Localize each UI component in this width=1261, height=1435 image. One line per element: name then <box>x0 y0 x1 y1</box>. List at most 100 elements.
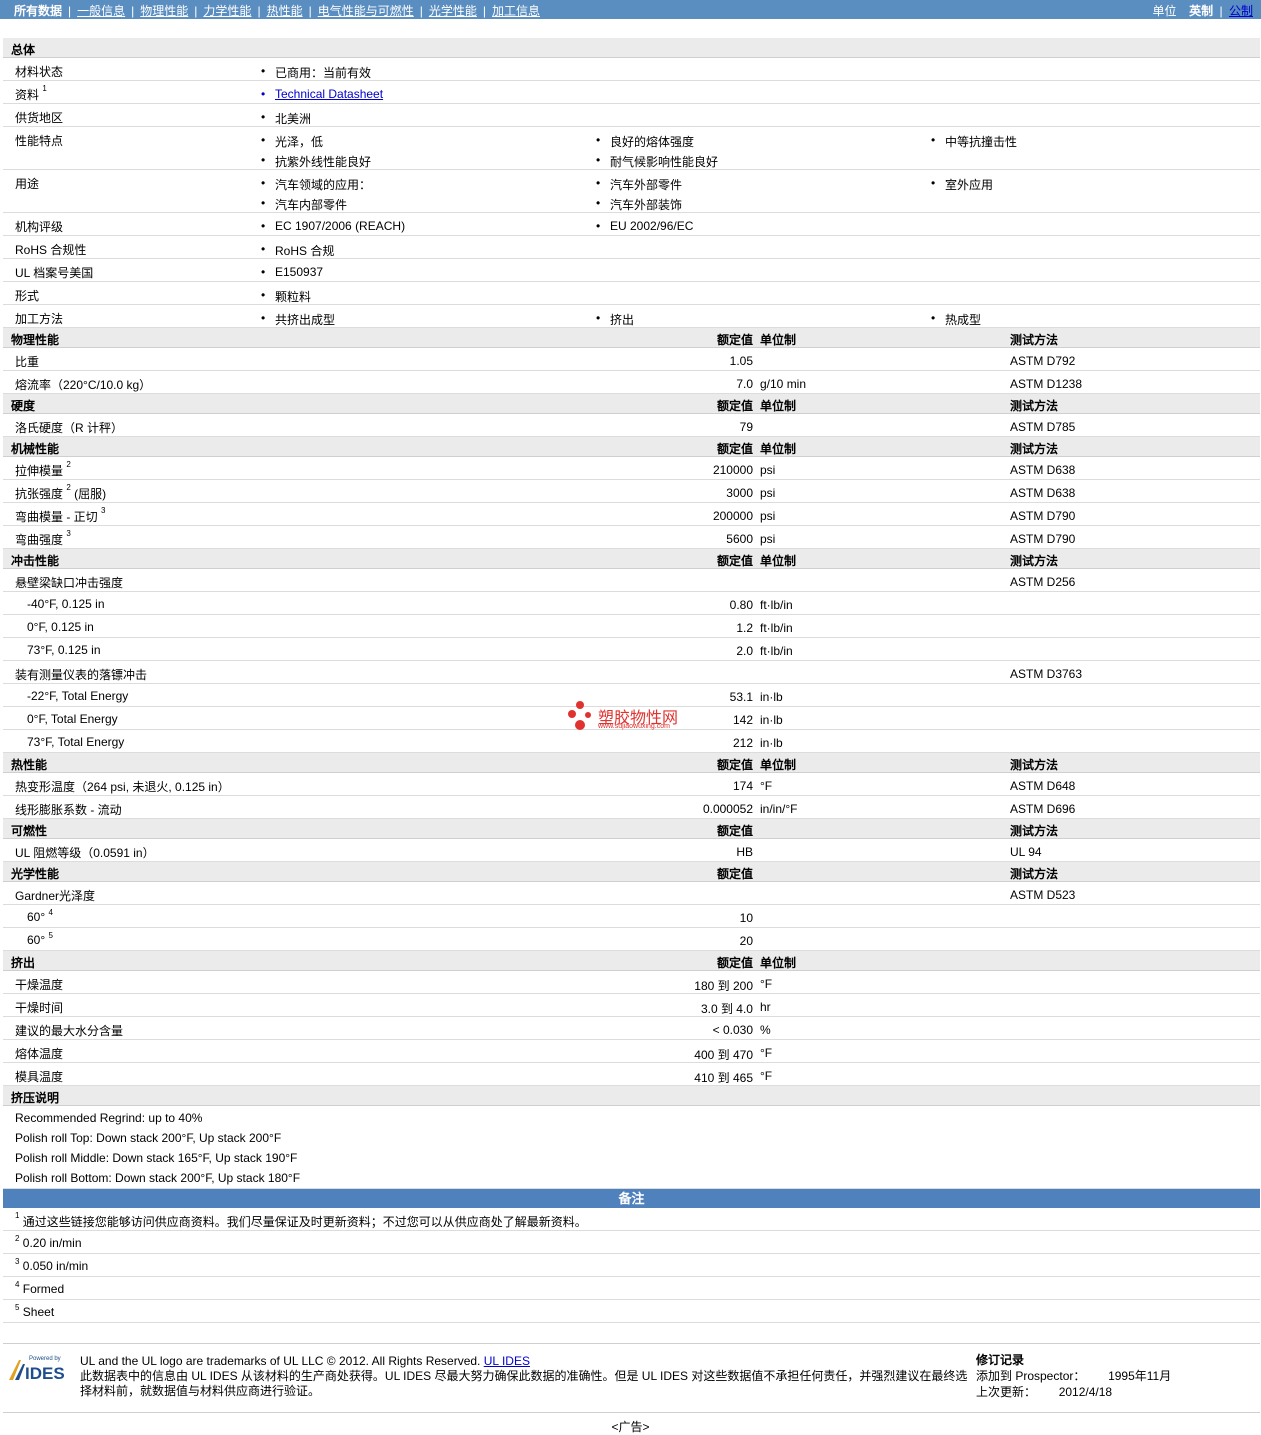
property-row: 模具温度 410 到 465 °F <box>3 1063 1260 1086</box>
datasheet-link[interactable]: Technical Datasheet <box>261 87 383 101</box>
header-unit: 单位制 <box>760 333 797 347</box>
section-header: 总体 <box>3 38 1260 58</box>
property-row: 熔体温度 400 到 470 °F <box>3 1040 1260 1063</box>
unit-switcher: 单位 英制 | 公制 <box>1152 2 1253 19</box>
footnote-row: 1 通过这些链接您能够访问供应商资料。我们尽量保证及时更新资料；不过您可以从供应… <box>3 1208 1260 1231</box>
footnote-number: 2 <box>15 1234 20 1243</box>
units-metric-link[interactable]: 公制 <box>1229 4 1253 18</box>
footnote-ref: 5 <box>48 931 53 940</box>
property-name: 熔流率（220°C/10.0 kg） <box>15 378 152 392</box>
ad-label: <广告> <box>611 1420 650 1434</box>
header-nominal: 额定值 <box>716 399 753 413</box>
property-method: ASTM D3763 <box>1010 667 1083 681</box>
property-value: 20 <box>739 934 753 948</box>
property-name: 0°F, 0.125 in <box>27 620 94 634</box>
ul-ides-link[interactable]: UL IDES <box>484 1354 530 1368</box>
section-header: 可燃性 额定值 测试方法 <box>3 819 1260 839</box>
section-title: 挤压说明 <box>11 1091 60 1105</box>
header-unit: 单位制 <box>760 758 797 772</box>
property-label: 装有测量仪表的落镖冲击 <box>15 666 147 683</box>
property-unit: °F <box>760 1046 773 1060</box>
legal-text: UL and the UL logo are trademarks of UL … <box>80 1354 970 1399</box>
nav-separator: | <box>419 4 423 18</box>
property-label: 干燥时间 <box>15 999 63 1016</box>
general-row-label: UL 档案号美国 <box>15 266 94 280</box>
units-separator: | <box>1219 4 1223 18</box>
nav-separator: | <box>194 4 198 18</box>
datasheet-content: 总体材料状态 已商用：当前有效资料 1 Technical Datasheet 供货地… <box>3 38 1260 1323</box>
property-value: 10 <box>739 911 753 925</box>
general-row-label: RoHS 合规性 <box>15 243 87 257</box>
section-title: 光学性能 <box>11 867 60 881</box>
property-label: 洛氏硬度（R 计秤） <box>15 419 123 436</box>
property-name: 建议的最大水分含量 <box>15 1024 124 1038</box>
property-name: Gardner光泽度 <box>15 889 96 903</box>
watermark-url: www.sujiaowuxing.com <box>598 723 670 730</box>
nav-tab-7[interactable]: 加工信息 <box>492 2 540 19</box>
general-row: UL 档案号美国 E150937 <box>3 259 1260 282</box>
property-unit: psi <box>760 509 776 523</box>
section-title: 冲击性能 <box>11 554 60 568</box>
header-unit: 单位制 <box>760 956 797 970</box>
property-unit: ft·lb/in <box>760 621 793 635</box>
property-name: 比重 <box>15 355 40 369</box>
nav-separator: | <box>257 4 261 18</box>
property-value: 1.2 <box>736 621 753 635</box>
property-value: 200000 <box>712 509 753 523</box>
section-title: 挤出 <box>11 956 36 970</box>
units-imperial[interactable]: 英制 <box>1189 4 1213 18</box>
general-item: 热成型 <box>931 311 981 328</box>
general-item: 汽车内部零件 <box>261 196 347 213</box>
section-title: 物理性能 <box>11 333 60 347</box>
property-row: -40°F, 0.125 in 0.80 ft·lb/in <box>3 592 1260 615</box>
property-value: 2.0 <box>736 644 753 658</box>
property-name: 拉伸模量 <box>15 464 64 478</box>
general-item: 光泽，低 <box>261 133 323 150</box>
property-label: -22°F, Total Energy <box>27 689 128 703</box>
property-method: ASTM D792 <box>1010 354 1076 368</box>
property-row: 比重 1.05 ASTM D792 <box>3 348 1260 371</box>
nav-tab-5[interactable]: 电气性能与可燃性 <box>318 2 414 19</box>
property-name: 73°F, 0.125 in <box>27 643 101 657</box>
property-label: 建议的最大水分含量 <box>15 1022 123 1039</box>
nav-tab-3[interactable]: 力学性能 <box>203 2 251 19</box>
property-row: 60° 5 20 <box>3 928 1260 951</box>
footnote-ref: 2 <box>66 483 71 492</box>
property-row: 弯曲模量 - 正切 3 200000 psi ASTM D790 <box>3 503 1260 526</box>
header-method: 测试方法 <box>1010 442 1059 456</box>
revision-history: 修订记录 添加到 Prospector： 1995年11月 上次更新： 2012… <box>976 1352 1171 1400</box>
property-unit: % <box>760 1023 771 1037</box>
watermark: 塑胶物性网 www.sujiaowuxing.com <box>566 700 706 736</box>
section-title: 可燃性 <box>11 824 48 838</box>
property-name: 60° <box>27 933 46 947</box>
property-label: 比重 <box>15 353 39 370</box>
nav-tab-4[interactable]: 热性能 <box>267 2 303 19</box>
nav-tab-6[interactable]: 光学性能 <box>429 2 477 19</box>
property-row: 0°F, 0.125 in 1.2 ft·lb/in <box>3 615 1260 638</box>
section-title: 机械性能 <box>11 442 60 456</box>
general-row-label: 用途 <box>15 177 40 191</box>
general-row: 性能特点 光泽，低 良好的熔体强度 中等抗撞击性抗紫外线性能良好 耐气候影响性能良好 <box>3 127 1260 170</box>
revision-updated: 上次更新： 2012/4/18 <box>976 1384 1171 1400</box>
units-label: 单位 <box>1152 4 1177 18</box>
nav-tab-2[interactable]: 物理性能 <box>140 2 188 19</box>
property-name: 弯曲强度 <box>15 533 64 547</box>
footnote: 5 Sheet <box>15 1303 54 1319</box>
nav-tab-0[interactable]: 所有数据 <box>14 2 62 19</box>
nav-separator: | <box>68 4 72 18</box>
property-method: UL 94 <box>1010 845 1042 859</box>
ides-logo-text: IDES <box>25 1364 65 1382</box>
property-value: HB <box>736 845 753 859</box>
footnote-number: 5 <box>15 1303 20 1312</box>
property-name: 洛氏硬度（R 计秤） <box>15 421 124 435</box>
property-label: 弯曲强度 3 <box>15 529 71 548</box>
general-row: 用途 汽车领域的应用： 汽车外部零件 室外应用汽车内部零件 汽车外部装饰 <box>3 170 1260 213</box>
general-item: 室外应用 <box>931 176 993 193</box>
general-item: 汽车领域的应用： <box>261 176 371 193</box>
property-unit: in·lb <box>760 690 783 704</box>
footnote-row: 4 Formed <box>3 1277 1260 1300</box>
general-item: 中等抗撞击性 <box>931 133 1017 150</box>
nav-tab-1[interactable]: 一般信息 <box>77 2 125 19</box>
property-value: 1.05 <box>729 354 753 368</box>
footnote-row: 2 0.20 in/min <box>3 1231 1260 1254</box>
